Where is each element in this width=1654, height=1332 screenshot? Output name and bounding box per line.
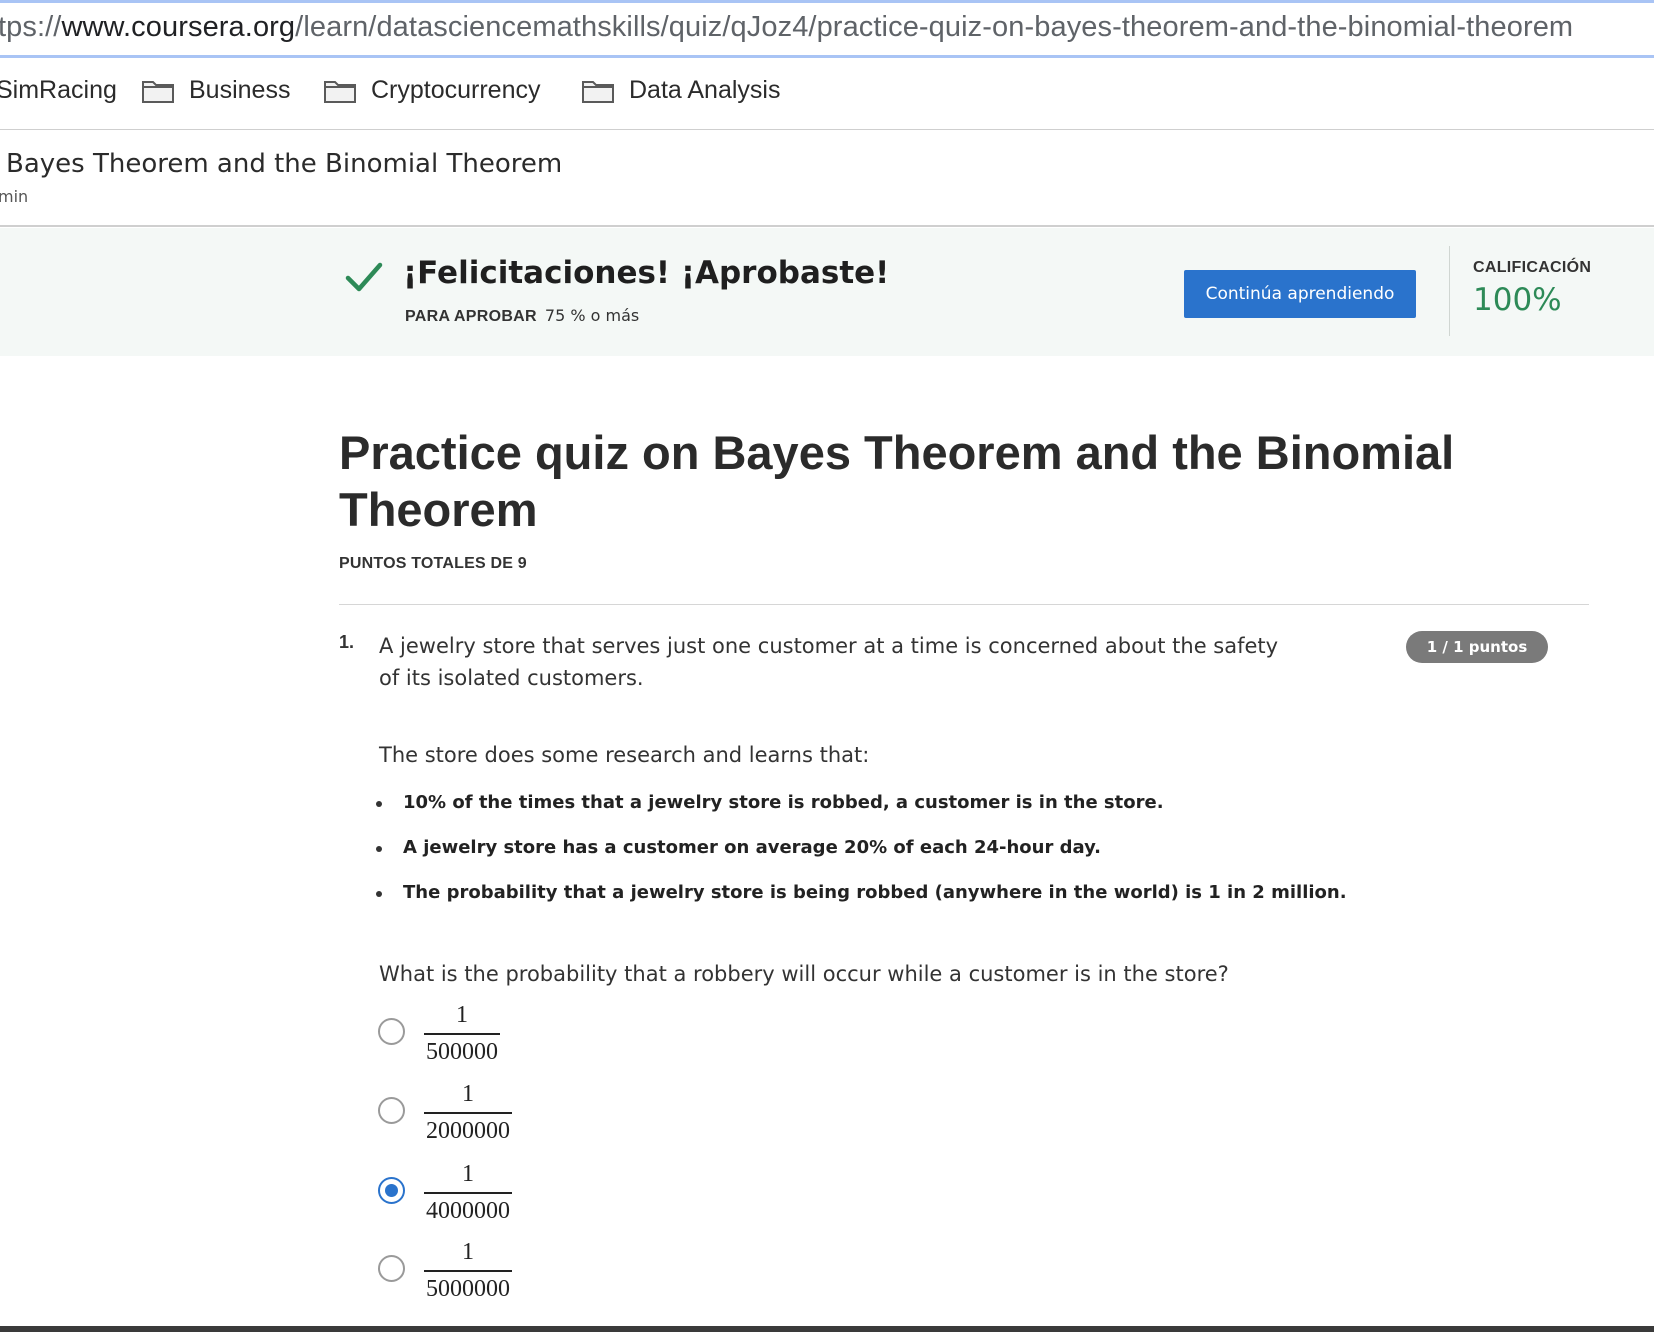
quiz-title: Practice quiz on Bayes Theorem and the B… [339, 426, 1455, 536]
radio-button-selected[interactable] [378, 1177, 405, 1204]
bookmark-label: Business [189, 76, 291, 104]
grade-value: 100% [1473, 282, 1562, 318]
list-item: 10% of the times that a jewelry store is… [376, 792, 1347, 837]
fraction-denominator: 500000 [426, 1039, 498, 1065]
continue-learning-button[interactable]: Continúa aprendiendo [1184, 270, 1416, 318]
list-item: The probability that a jewelry store is … [376, 882, 1347, 927]
course-title: Bayes Theorem and the Binomial Theorem [6, 149, 563, 179]
fraction-numerator: 1 [462, 1161, 474, 1187]
url-host: www.coursera.org [61, 11, 296, 43]
bookmark-business[interactable]: Business [141, 76, 290, 105]
bookmark-label: Data Analysis [629, 76, 781, 104]
banner-divider [1449, 246, 1450, 336]
pass-label: PARA APROBAR [405, 308, 537, 325]
answer-fraction: 1 4000000 [424, 1161, 512, 1225]
answer-option-2[interactable]: 1 2000000 [378, 1081, 512, 1144]
url-protocol: tps:// [0, 11, 62, 43]
course-header: Bayes Theorem and the Binomial Theorem m… [0, 131, 1654, 227]
fraction-denominator: 2000000 [426, 1118, 510, 1144]
folder-icon [324, 80, 356, 103]
fraction-numerator: 1 [456, 1002, 468, 1028]
url-path: /learn/datasciencemathskills/quiz/qJoz4/… [295, 11, 1574, 43]
divider [339, 604, 1589, 605]
radio-button[interactable] [378, 1255, 405, 1282]
facts-list: 10% of the times that a jewelry store is… [376, 792, 1347, 927]
question-prompt: What is the probability that a robbery w… [379, 962, 1229, 986]
answer-fraction: 1 5000000 [424, 1239, 512, 1303]
bookmark-label: SimRacing [0, 76, 117, 104]
window-bottom-edge [0, 1326, 1654, 1332]
answer-fraction: 1 2000000 [424, 1081, 512, 1145]
folder-icon [142, 80, 174, 103]
fraction-denominator: 5000000 [426, 1276, 510, 1302]
question-number: 1. [339, 632, 355, 652]
fraction-denominator: 4000000 [426, 1198, 510, 1224]
answer-option-4[interactable]: 1 5000000 [378, 1239, 512, 1302]
congratulations-message: ¡Felicitaciones! ¡Aprobaste! [403, 255, 890, 291]
answer-option-1[interactable]: 1 500000 [378, 1002, 500, 1065]
passing-requirement: PARA APROBAR 75 % o más [405, 306, 639, 326]
url-text[interactable]: tps://www.coursera.org/learn/datascience… [0, 11, 1573, 44]
course-duration: min [0, 187, 29, 206]
points-total: PUNTOS TOTALES DE 9 [339, 555, 527, 572]
grade-label: CALIFICACIÓN [1473, 259, 1592, 276]
bookmark-data-analysis[interactable]: Data Analysis [581, 76, 780, 105]
check-icon [345, 262, 383, 292]
list-item: A jewelry store has a customer on averag… [376, 837, 1347, 882]
address-bar[interactable]: tps://www.coursera.org/learn/datascience… [0, 0, 1654, 58]
fraction-numerator: 1 [462, 1239, 474, 1265]
bookmark-simracing[interactable]: SimRacing [0, 76, 117, 105]
answer-fraction: 1 500000 [424, 1002, 500, 1066]
radio-button[interactable] [378, 1018, 405, 1045]
pass-value: 75 % o más [544, 306, 640, 325]
question-intro: The store does some research and learns … [379, 743, 870, 767]
radio-button[interactable] [378, 1097, 405, 1124]
fraction-numerator: 1 [462, 1081, 474, 1107]
answer-option-3[interactable]: 1 4000000 [378, 1161, 512, 1224]
bookmark-cryptocurrency[interactable]: Cryptocurrency [323, 76, 541, 105]
folder-icon [582, 80, 614, 103]
question-text: A jewelry store that serves just one cus… [379, 634, 1279, 690]
bookmarks-bar: SimRacing Business Cryptocurrency Data A… [0, 58, 1654, 130]
bookmark-label: Cryptocurrency [371, 76, 541, 104]
question-points-badge: 1 / 1 puntos [1406, 631, 1548, 663]
